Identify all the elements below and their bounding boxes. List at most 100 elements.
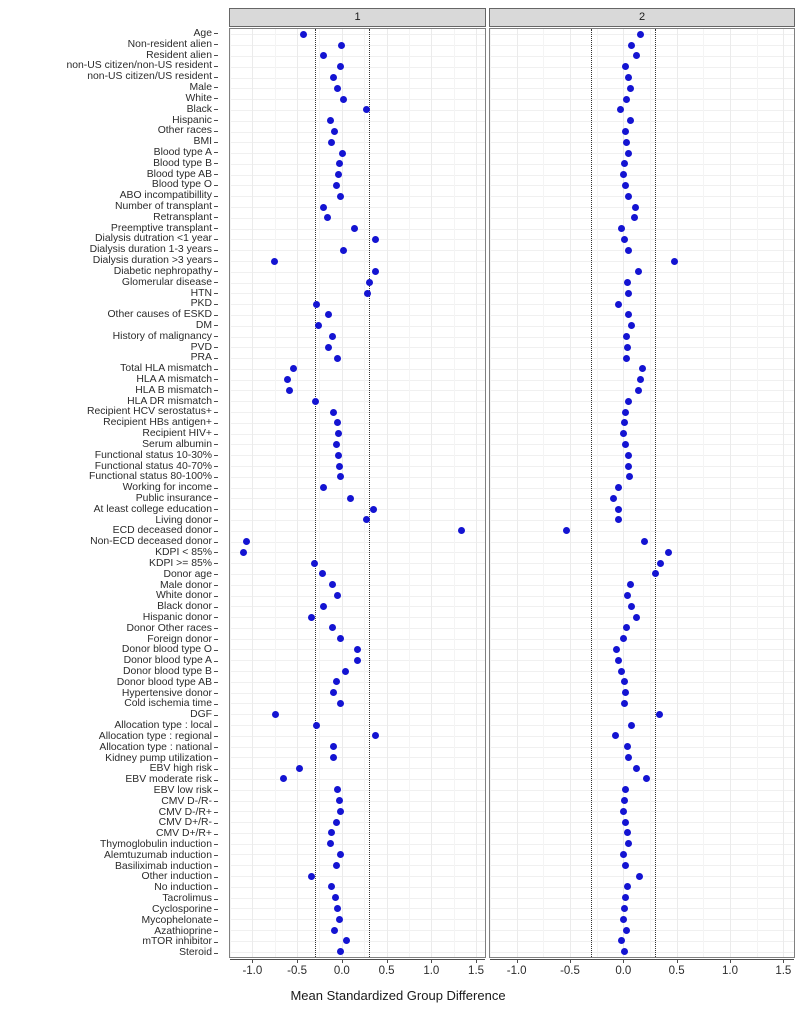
data-point — [239, 548, 247, 556]
y-axis-label: Working for income — [122, 482, 212, 494]
y-axis-tick — [214, 898, 218, 900]
data-point — [625, 397, 633, 405]
y-axis-label: KDPI >= 85% — [149, 557, 212, 569]
horizontal-gridline — [230, 552, 485, 554]
data-point — [657, 559, 665, 567]
horizontal-gridline — [230, 271, 485, 273]
y-axis-label: Hispanic donor — [142, 611, 212, 623]
data-point — [628, 721, 636, 729]
horizontal-gridline — [490, 109, 794, 111]
horizontal-gridline — [230, 358, 485, 360]
y-axis-tick — [214, 584, 218, 586]
data-point — [333, 786, 341, 794]
horizontal-gridline — [230, 886, 485, 888]
data-point — [318, 570, 326, 578]
y-axis-label: Glomerular disease — [121, 276, 212, 288]
data-point — [336, 635, 344, 643]
horizontal-gridline — [230, 239, 485, 241]
horizontal-gridline — [230, 304, 485, 306]
horizontal-gridline — [490, 832, 794, 834]
horizontal-gridline — [230, 843, 485, 845]
y-axis-label: Dialysis duration >3 years — [92, 255, 212, 267]
data-point — [624, 343, 632, 351]
y-axis-tick — [214, 465, 218, 467]
horizontal-gridline — [230, 746, 485, 748]
vertical-gridline — [297, 29, 299, 957]
horizontal-gridline — [230, 282, 485, 284]
horizontal-gridline — [490, 843, 794, 845]
data-point — [619, 850, 627, 858]
horizontal-gridline — [490, 930, 794, 932]
horizontal-gridline — [230, 77, 485, 79]
y-axis-tick — [214, 228, 218, 230]
horizontal-gridline — [230, 541, 485, 543]
y-axis-label: Functional status 40-70% — [94, 460, 212, 472]
y-axis-tick — [214, 271, 218, 273]
y-axis-label: EBV moderate risk — [125, 774, 212, 786]
horizontal-gridline — [230, 314, 485, 316]
horizontal-gridline — [230, 519, 485, 521]
y-axis-tick — [214, 98, 218, 100]
data-point — [337, 807, 345, 815]
y-axis-label: At least college education — [93, 503, 212, 515]
y-axis-label: Tacrolimus — [162, 893, 212, 905]
data-point — [330, 753, 338, 761]
data-point — [614, 656, 622, 664]
data-point — [326, 840, 334, 848]
horizontal-gridline — [490, 800, 794, 802]
data-point — [619, 635, 627, 643]
horizontal-gridline — [490, 66, 794, 68]
x-axis-tick-label: 1.5 — [775, 965, 792, 977]
data-point — [624, 279, 632, 287]
y-axis-tick — [214, 55, 218, 57]
horizontal-gridline — [490, 163, 794, 165]
horizontal-gridline — [230, 671, 485, 673]
data-point — [620, 904, 628, 912]
y-axis-tick — [214, 509, 218, 511]
y-axis-tick — [214, 249, 218, 251]
data-point — [339, 149, 347, 157]
horizontal-gridline — [230, 617, 485, 619]
y-axis-tick — [214, 876, 218, 878]
y-axis-tick — [214, 282, 218, 284]
y-axis-tick — [214, 552, 218, 554]
horizontal-gridline — [490, 412, 794, 414]
data-point — [333, 419, 341, 427]
horizontal-gridline — [230, 250, 485, 252]
data-point — [625, 192, 633, 200]
horizontal-gridline — [230, 638, 485, 640]
data-point — [331, 926, 339, 934]
data-point — [336, 473, 344, 481]
y-axis-tick — [214, 87, 218, 89]
horizontal-gridline — [230, 163, 485, 165]
data-point — [272, 710, 280, 718]
y-axis-label: Foreign donor — [147, 633, 212, 645]
data-point — [328, 581, 336, 589]
data-point — [333, 354, 341, 362]
y-axis-tick — [214, 433, 218, 435]
data-point — [338, 41, 346, 49]
data-point — [625, 311, 633, 319]
horizontal-gridline — [230, 120, 485, 122]
horizontal-gridline — [490, 865, 794, 867]
horizontal-gridline — [230, 131, 485, 133]
data-point — [627, 581, 635, 589]
data-point — [623, 95, 631, 103]
horizontal-gridline — [490, 207, 794, 209]
horizontal-gridline — [230, 692, 485, 694]
data-point — [326, 117, 334, 125]
horizontal-gridline — [230, 778, 485, 780]
y-axis-tick — [214, 768, 218, 770]
y-axis-tick — [214, 422, 218, 424]
horizontal-gridline — [230, 768, 485, 770]
y-axis-tick — [214, 357, 218, 359]
horizontal-gridline — [490, 153, 794, 155]
y-axis-label: CMV D-/R- — [161, 795, 212, 807]
y-axis-label: No induction — [154, 882, 212, 894]
horizontal-gridline — [230, 336, 485, 338]
horizontal-gridline — [230, 466, 485, 468]
horizontal-gridline — [230, 174, 485, 176]
data-point — [624, 829, 632, 837]
y-axis-label: Other induction — [141, 871, 212, 883]
y-axis-tick — [214, 649, 218, 651]
